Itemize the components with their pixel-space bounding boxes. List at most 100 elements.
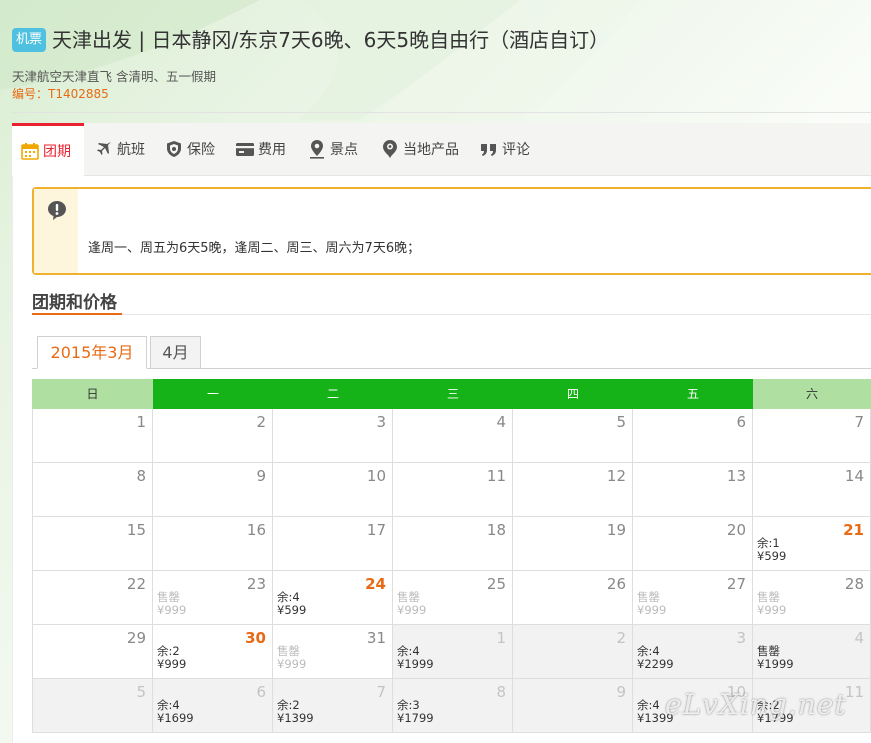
calendar-day-cell[interactable]: 7 xyxy=(753,409,871,463)
day-number: 1 xyxy=(496,629,506,647)
nav-tab-local-products[interactable]: 当地产品 xyxy=(380,123,459,175)
price-label: ¥1999 xyxy=(757,657,794,671)
calendar-day-cell[interactable]: 15 xyxy=(32,517,153,571)
calendar-day-cell[interactable]: 8 xyxy=(32,463,153,517)
weekday-header-cell: 五 xyxy=(633,379,753,409)
calendar-day-cell[interactable]: 2 xyxy=(153,409,273,463)
calendar-day-cell[interactable]: 21 余:1 ¥599 xyxy=(753,517,871,571)
calendar-day-cell[interactable]: 31 售罄 ¥999 xyxy=(273,625,393,679)
location-pin-icon xyxy=(307,139,327,159)
nav-tab-fees[interactable]: 费用 xyxy=(235,123,286,175)
quote-icon xyxy=(479,139,499,159)
seats-remaining: 余:4 xyxy=(637,644,660,658)
product-nav-tabs: 团期 航班 保险 费用 景点 当地产品 评论 xyxy=(12,123,871,176)
calendar-day-cell[interactable]: 24 余:4 ¥599 xyxy=(273,571,393,625)
day-number: 29 xyxy=(126,629,146,647)
calendar-day-cell[interactable]: 4 售罄 ¥1999 xyxy=(753,625,871,679)
sold-out-label: 售罄 xyxy=(157,590,180,604)
calendar-day-cell[interactable]: 20 xyxy=(633,517,753,571)
calendar-day-cell[interactable]: 23 售罄 ¥999 xyxy=(153,571,273,625)
sold-out-label: 售罄 xyxy=(757,644,780,658)
day-number: 28 xyxy=(844,575,864,593)
nav-tab-insurance[interactable]: 保险 xyxy=(164,123,215,175)
day-number: 15 xyxy=(126,521,146,539)
day-number: 11 xyxy=(486,467,506,485)
day-number: 5 xyxy=(616,413,626,431)
month-tab-april[interactable]: 4月 xyxy=(150,336,201,369)
nav-tab-reviews[interactable]: 评论 xyxy=(479,123,530,175)
local-product-icon xyxy=(380,139,400,159)
price-label: ¥1999 xyxy=(397,657,434,671)
calendar-week-row: 1 2 3 4 5 6 7 xyxy=(32,409,871,463)
seats-remaining: 余:3 xyxy=(397,698,420,712)
calendar-day-cell[interactable]: 11 xyxy=(393,463,513,517)
calendar-day-cell[interactable]: 9 xyxy=(513,679,633,733)
day-number: 2 xyxy=(256,413,266,431)
watermark: eLvXing.net xyxy=(665,688,847,721)
calendar-day-cell[interactable]: 19 xyxy=(513,517,633,571)
calendar-day-cell[interactable]: 27 售罄 ¥999 xyxy=(633,571,753,625)
sold-out-label: 售罄 xyxy=(397,590,420,604)
calendar-day-cell[interactable]: 25 售罄 ¥999 xyxy=(393,571,513,625)
nav-tab-attractions[interactable]: 景点 xyxy=(307,123,358,175)
calendar-day-cell[interactable]: 3 xyxy=(273,409,393,463)
notice-text: 逢周一、周五为6天5晚，逢周二、周三、周六为7天6晚； xyxy=(88,241,421,256)
nav-tab-label: 保险 xyxy=(187,142,215,158)
seats-remaining: 余:1 xyxy=(757,536,780,550)
day-number: 3 xyxy=(736,629,746,647)
nav-tab-schedule[interactable]: 团期 xyxy=(12,123,84,176)
day-number: 7 xyxy=(376,683,386,701)
day-number: 8 xyxy=(496,683,506,701)
day-number: 1 xyxy=(136,413,146,431)
price-label: ¥1399 xyxy=(277,711,314,725)
day-number: 19 xyxy=(606,521,626,539)
calendar-day-cell[interactable]: 30 余:2 ¥999 xyxy=(153,625,273,679)
price-label: ¥999 xyxy=(637,603,667,617)
calendar-day-cell[interactable]: 4 xyxy=(393,409,513,463)
day-number: 11 xyxy=(844,683,864,701)
calendar-day-cell[interactable]: 18 xyxy=(393,517,513,571)
calendar-day-cell[interactable]: 26 xyxy=(513,571,633,625)
calendar-day-cell[interactable]: 3 余:4 ¥2299 xyxy=(633,625,753,679)
calendar-day-cell[interactable]: 22 xyxy=(32,571,153,625)
calendar-day-cell[interactable]: 14 xyxy=(753,463,871,517)
calendar-day-cell[interactable]: 1 xyxy=(32,409,153,463)
day-number: 23 xyxy=(246,575,266,593)
calendar-day-cell[interactable]: 12 xyxy=(513,463,633,517)
day-number: 3 xyxy=(376,413,386,431)
calendar-day-cell[interactable]: 6 余:4 ¥1699 xyxy=(153,679,273,733)
calendar-day-cell[interactable]: 2 xyxy=(513,625,633,679)
calendar-day-cell[interactable]: 5 xyxy=(32,679,153,733)
day-number: 26 xyxy=(606,575,626,593)
day-number: 18 xyxy=(486,521,506,539)
calendar-day-cell[interactable]: 16 xyxy=(153,517,273,571)
day-number: 4 xyxy=(854,629,864,647)
seats-remaining: 余:4 xyxy=(397,644,420,658)
calendar-day-cell[interactable]: 13 xyxy=(633,463,753,517)
calendar-day-cell[interactable]: 5 xyxy=(513,409,633,463)
price-label: ¥999 xyxy=(157,657,187,671)
calendar-week-row: 8 9 10 11 12 13 14 xyxy=(32,463,871,517)
calendar-day-cell[interactable]: 10 xyxy=(273,463,393,517)
seats-remaining: 余:4 xyxy=(157,698,180,712)
day-number: 22 xyxy=(126,575,146,593)
calendar-day-cell[interactable]: 8 余:3 ¥1799 xyxy=(393,679,513,733)
nav-tab-flight[interactable]: 航班 xyxy=(94,123,145,175)
weekday-header-cell: 一 xyxy=(153,379,273,409)
flight-tag: 机票 xyxy=(12,28,46,52)
section-divider xyxy=(32,314,871,315)
calendar-day-cell[interactable]: 6 xyxy=(633,409,753,463)
month-tab-march[interactable]: 2015年3月 xyxy=(37,336,147,369)
section-title-underline xyxy=(32,313,122,315)
calendar-day-cell[interactable]: 17 xyxy=(273,517,393,571)
calendar-day-cell[interactable]: 29 xyxy=(32,625,153,679)
nav-tab-label: 费用 xyxy=(258,142,286,158)
calendar-week-row: 15 16 17 18 19 20 21 余:1 ¥599 xyxy=(32,517,871,571)
day-number: 10 xyxy=(366,467,386,485)
calendar-day-cell[interactable]: 7 余:2 ¥1399 xyxy=(273,679,393,733)
calendar-day-cell[interactable]: 28 售罄 ¥999 xyxy=(753,571,871,625)
day-number: 30 xyxy=(245,629,266,647)
calendar-day-cell[interactable]: 9 xyxy=(153,463,273,517)
price-label: ¥599 xyxy=(757,549,787,563)
calendar-day-cell[interactable]: 1 余:4 ¥1999 xyxy=(393,625,513,679)
